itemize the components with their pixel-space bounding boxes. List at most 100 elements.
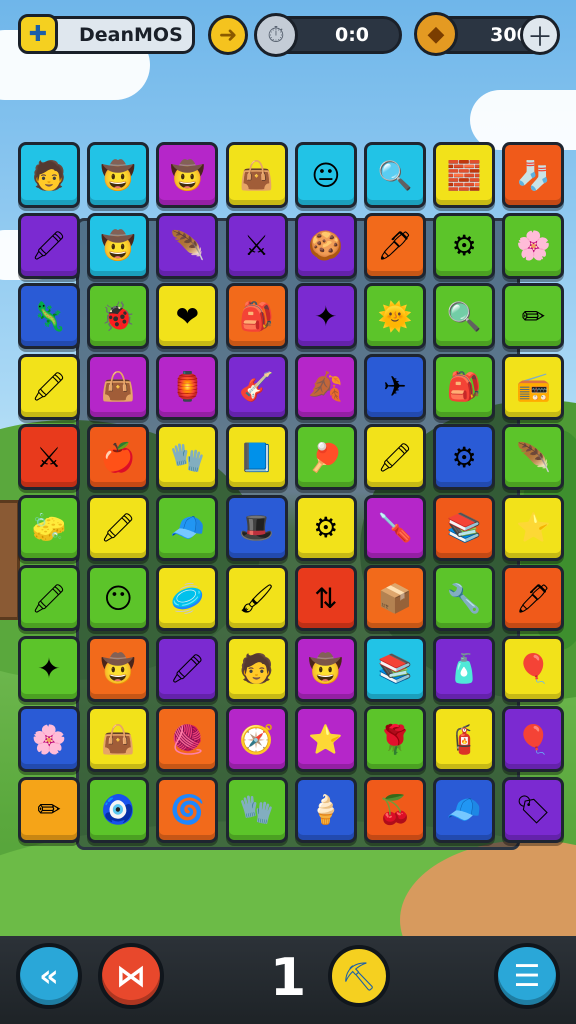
- tile[interactable]: 🧶: [156, 706, 219, 772]
- tile[interactable]: 🎒: [225, 283, 288, 349]
- tile[interactable]: 🧱: [433, 142, 496, 208]
- tile[interactable]: 🔧: [433, 565, 496, 631]
- tile[interactable]: 🌸: [502, 212, 565, 279]
- tile[interactable]: 🤠: [87, 635, 150, 702]
- tile-icon: 🖍: [31, 581, 67, 615]
- tile[interactable]: 🖊: [364, 212, 426, 279]
- tile[interactable]: 📚: [433, 494, 496, 561]
- moves-count: 1: [270, 948, 307, 1008]
- back-button[interactable]: «: [16, 943, 82, 1009]
- swap-button[interactable]: ⋈: [98, 943, 164, 1009]
- menu-icon: ☰: [513, 958, 541, 994]
- tile[interactable]: 📚: [364, 635, 426, 702]
- tile[interactable]: ✦: [294, 283, 357, 349]
- tile[interactable]: ✈: [364, 353, 426, 420]
- tile[interactable]: 🌞: [364, 283, 426, 349]
- tile-icon: 🤠: [308, 652, 344, 685]
- tile[interactable]: 🏮: [156, 353, 219, 420]
- tile[interactable]: 🔍: [433, 283, 496, 349]
- tile[interactable]: 🧑: [18, 142, 80, 208]
- tile[interactable]: 🎸: [225, 353, 288, 420]
- tile[interactable]: ⚔: [18, 424, 80, 490]
- tile-icon: 🔍: [446, 299, 482, 333]
- tile[interactable]: 🍎: [87, 424, 150, 490]
- tile[interactable]: 🤠: [294, 635, 357, 702]
- tile[interactable]: 🧴: [433, 635, 496, 702]
- tile[interactable]: 🍪: [294, 212, 357, 279]
- tile[interactable]: 🌹: [364, 706, 426, 772]
- tile[interactable]: ⚔: [225, 212, 288, 279]
- tile[interactable]: 🧭: [225, 706, 288, 772]
- tile[interactable]: 👜: [87, 353, 150, 420]
- tile[interactable]: ⚙: [433, 212, 496, 279]
- tile[interactable]: 🤠: [87, 212, 150, 279]
- hint-button[interactable]: ⛏: [328, 945, 390, 1007]
- tile[interactable]: ✏: [18, 776, 80, 843]
- tile[interactable]: 🧢: [156, 494, 219, 561]
- tile[interactable]: ⚙: [294, 494, 357, 561]
- tile[interactable]: 👜: [87, 706, 150, 772]
- tile-icon: 🔧: [446, 581, 482, 615]
- tile[interactable]: 🖍: [18, 565, 80, 631]
- tile[interactable]: 😶: [87, 565, 150, 631]
- tile-icon: 📦: [377, 581, 413, 615]
- plus-icon[interactable]: ＋: [520, 15, 560, 55]
- tile[interactable]: 🖍: [364, 424, 426, 490]
- tile[interactable]: 🌸: [18, 706, 80, 772]
- tile[interactable]: 🎒: [433, 353, 496, 420]
- tile[interactable]: 🎈: [502, 635, 565, 702]
- tile[interactable]: 🪶: [502, 424, 565, 490]
- arrow-icon[interactable]: ➜: [208, 15, 248, 55]
- tile[interactable]: 🔍: [364, 142, 426, 208]
- tile[interactable]: 🧑: [225, 635, 288, 702]
- tile[interactable]: 🪶: [156, 212, 219, 279]
- tile[interactable]: 🪛: [364, 494, 426, 561]
- tile[interactable]: ⚙: [433, 424, 496, 490]
- tile[interactable]: 🤠: [156, 142, 219, 208]
- tile[interactable]: 🥏: [156, 565, 219, 631]
- tile[interactable]: 🐞: [87, 283, 150, 349]
- tile[interactable]: 🦎: [18, 283, 80, 349]
- tile[interactable]: 👜: [225, 142, 288, 208]
- tile[interactable]: 🖍: [156, 635, 219, 702]
- tile[interactable]: ⭐: [502, 494, 565, 561]
- tile[interactable]: 🖊: [502, 565, 565, 631]
- tile[interactable]: 😐: [294, 142, 357, 208]
- tile[interactable]: 🧦: [502, 142, 565, 208]
- tile[interactable]: ✦: [18, 635, 80, 702]
- tile[interactable]: 📘: [225, 424, 288, 490]
- tile-icon: ✏: [521, 299, 546, 333]
- tile[interactable]: 🧿: [87, 776, 150, 843]
- tile[interactable]: 🧢: [433, 776, 496, 843]
- tile[interactable]: 🖍: [87, 494, 150, 561]
- tile[interactable]: 🖍: [18, 212, 80, 279]
- tile[interactable]: 🖌: [225, 565, 288, 631]
- tile[interactable]: 📻: [502, 353, 565, 420]
- tile[interactable]: 🧤: [156, 424, 219, 490]
- tile[interactable]: ⇅: [294, 565, 357, 631]
- tile[interactable]: 🤠: [87, 142, 150, 208]
- tile-icon: ⇅: [314, 581, 338, 615]
- tile[interactable]: 🎩: [225, 494, 288, 561]
- tile[interactable]: 🍂: [294, 353, 357, 420]
- tile[interactable]: ⭐: [294, 706, 357, 772]
- tile[interactable]: 🖍: [18, 353, 80, 420]
- tile[interactable]: ❤: [156, 283, 219, 349]
- tile[interactable]: 🏓: [294, 424, 357, 490]
- tile[interactable]: ✏: [502, 283, 565, 349]
- tile[interactable]: 🍒: [364, 776, 426, 843]
- tile[interactable]: 🧤: [225, 776, 288, 843]
- tile[interactable]: 🎈: [502, 706, 565, 772]
- tile-icon: 🖍: [31, 370, 67, 403]
- tile[interactable]: 📦: [364, 565, 426, 631]
- menu-button[interactable]: ☰: [494, 943, 560, 1009]
- tile-icon: 🖍: [100, 511, 136, 544]
- tile[interactable]: 🏷: [502, 776, 565, 843]
- tile-icon: 🧢: [446, 793, 482, 826]
- tile[interactable]: 🧯: [433, 706, 496, 772]
- tile[interactable]: 🧽: [18, 494, 80, 561]
- puzzle-icon[interactable]: ✚: [18, 14, 58, 54]
- tile-icon: 🧽: [31, 511, 67, 544]
- tile[interactable]: 🌀: [156, 776, 219, 843]
- tile[interactable]: 🍦: [294, 776, 357, 843]
